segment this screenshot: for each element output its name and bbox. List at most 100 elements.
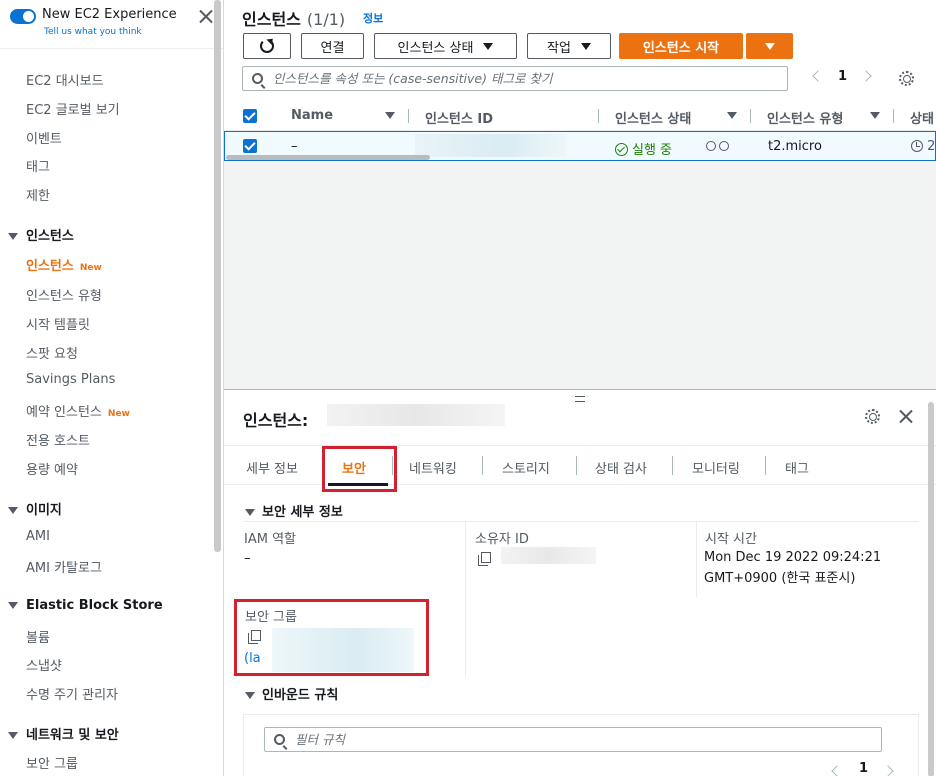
- filter-caret-icon[interactable]: [727, 112, 737, 119]
- chevron-right-icon: [860, 70, 872, 82]
- tab-networking[interactable]: 네트워킹: [409, 458, 457, 477]
- zoom-controls: [706, 139, 732, 154]
- state-text: 실행 중: [632, 143, 673, 158]
- tab-status-checks[interactable]: 상태 검사: [595, 458, 647, 477]
- sidebar-item-instance-types[interactable]: 인스턴스 유형: [26, 285, 102, 304]
- redacted-owner-id: [501, 547, 596, 564]
- sidebar-item-security-groups[interactable]: 보안 그룹: [26, 753, 78, 772]
- info-link[interactable]: 정보: [363, 10, 383, 26]
- column-resizer[interactable]: [598, 109, 599, 123]
- details-scrollbar[interactable]: [928, 390, 934, 776]
- column-resizer[interactable]: [750, 109, 751, 123]
- sidebar-item-tags[interactable]: 태그: [26, 156, 50, 175]
- tab-monitoring[interactable]: 모니터링: [692, 458, 740, 477]
- select-all-checkbox[interactable]: [243, 109, 257, 123]
- sidebar-scrollbar[interactable]: [214, 0, 221, 552]
- sidebar-item-events[interactable]: 이벤트: [26, 128, 62, 147]
- column-header-instance-type[interactable]: 인스턴스 유형: [767, 108, 843, 127]
- sidebar-item-ec2-dashboard[interactable]: EC2 대시보드: [26, 70, 104, 89]
- cell-instance-type: t2.micro: [768, 139, 822, 154]
- sidebar-section-network-security[interactable]: 네트워크 및 보안: [8, 724, 119, 743]
- sidebar-item-ami-catalog[interactable]: AMI 카탈로그: [26, 557, 102, 576]
- section-label: 네트워크 및 보안: [26, 728, 119, 743]
- sidebar-item-instances[interactable]: 인스턴스 New: [26, 255, 102, 274]
- cell-name: –: [291, 139, 298, 154]
- sidebar-item-limits[interactable]: 제한: [26, 185, 50, 204]
- sidebar-section-ebs[interactable]: Elastic Block Store: [8, 598, 163, 613]
- details-title: 인스턴스:: [243, 411, 309, 430]
- selection-count: (1/1): [306, 10, 346, 29]
- sidebar-section-images[interactable]: 이미지: [8, 499, 62, 518]
- sidebar-item-lifecycle-manager[interactable]: 수명 주기 관리자: [26, 684, 118, 703]
- scrollbar-thumb[interactable]: [928, 402, 934, 776]
- details-panel: 인스턴스: 세부 정보 보안 네트워킹 스토리지 상태 검사 모니터링 태그 보…: [224, 389, 936, 776]
- security-details-header[interactable]: 보안 세부 정보: [245, 501, 343, 520]
- sidebar-item-ec2-global-view[interactable]: EC2 글로벌 보기: [26, 99, 120, 118]
- connect-button[interactable]: 연결: [301, 33, 364, 59]
- horizontal-scrollbar[interactable]: [226, 155, 430, 160]
- close-icon[interactable]: [199, 9, 213, 23]
- gear-icon[interactable]: [865, 409, 880, 424]
- tab-tags[interactable]: 태그: [785, 458, 809, 477]
- inbound-rules-container: 1: [243, 714, 919, 776]
- filter-caret-icon[interactable]: [385, 112, 395, 119]
- sidebar-item-spot-requests[interactable]: 스팟 요청: [26, 343, 78, 362]
- column-header-name[interactable]: Name: [291, 108, 333, 123]
- sidebar: New EC2 Experience Tell us what you thin…: [0, 0, 224, 776]
- page-number[interactable]: 1: [838, 69, 847, 84]
- column-header-instance-state[interactable]: 인스턴스 상태: [615, 108, 691, 127]
- filter-rules-input[interactable]: [295, 731, 865, 748]
- column-resizer[interactable]: [893, 109, 894, 123]
- sidebar-item-capacity-reservations[interactable]: 용량 예약: [26, 459, 78, 478]
- divider: [0, 48, 223, 49]
- section-label: 보안 세부 정보: [262, 505, 343, 520]
- page-number[interactable]: 1: [859, 761, 868, 776]
- next-page-button[interactable]: [860, 69, 872, 84]
- prev-page-button[interactable]: [831, 764, 843, 776]
- column-header-status[interactable]: 상태: [910, 108, 934, 127]
- actions-dropdown[interactable]: 작업: [527, 33, 611, 59]
- experience-title: New EC2 Experience: [42, 7, 177, 22]
- sidebar-item-launch-templates[interactable]: 시작 템플릿: [26, 314, 90, 333]
- feedback-link[interactable]: Tell us what you think: [44, 27, 142, 37]
- inbound-rules-header[interactable]: 인바운드 규칙: [245, 684, 338, 703]
- caret-down-icon: [8, 602, 18, 609]
- sidebar-item-reserved-instances[interactable]: 예약 인스턴스 New: [26, 401, 130, 420]
- sidebar-section-instances[interactable]: 인스턴스: [8, 225, 74, 244]
- sidebar-item-dedicated-hosts[interactable]: 전용 호스트: [26, 430, 90, 449]
- search-input[interactable]: [273, 70, 778, 87]
- sidebar-item-ami[interactable]: AMI: [26, 529, 50, 544]
- close-icon[interactable]: [899, 409, 913, 423]
- sidebar-item-savings-plans[interactable]: Savings Plans: [26, 372, 115, 387]
- redacted-instance-id: [415, 134, 567, 157]
- column-resizer[interactable]: [408, 109, 409, 123]
- next-page-button[interactable]: [882, 764, 894, 776]
- tab-storage[interactable]: 스토리지: [502, 458, 550, 477]
- launch-options-dropdown[interactable]: [746, 33, 793, 59]
- filter-rules-search[interactable]: [264, 727, 882, 752]
- row-checkbox[interactable]: [243, 139, 257, 153]
- resize-handle-icon[interactable]: [575, 396, 585, 402]
- new-experience-toggle[interactable]: [10, 9, 36, 24]
- column-header-instance-id[interactable]: 인스턴스 ID: [425, 108, 493, 127]
- chevron-right-icon: [882, 765, 894, 776]
- status-text: 2: [927, 139, 936, 154]
- instance-search[interactable]: [242, 66, 788, 91]
- tab-details[interactable]: 세부 정보: [246, 458, 298, 477]
- main-content: 인스턴스 (1/1) 정보 연결 인스턴스 상태 작업 인스턴스 시작 1 Nam…: [224, 0, 936, 776]
- copy-icon[interactable]: [478, 552, 491, 566]
- sidebar-item-volumes[interactable]: 볼륨: [26, 627, 50, 646]
- new-badge: New: [79, 263, 102, 273]
- launch-instances-button[interactable]: 인스턴스 시작: [619, 33, 743, 59]
- caret-down-icon: [8, 507, 18, 514]
- sidebar-item-snapshots[interactable]: 스냅샷: [26, 655, 62, 674]
- zoom-in-icon[interactable]: [706, 141, 716, 151]
- prev-page-button[interactable]: [812, 69, 824, 84]
- refresh-button[interactable]: [243, 33, 291, 59]
- iam-role-label: IAM 역할: [244, 532, 296, 547]
- instance-state-dropdown[interactable]: 인스턴스 상태: [374, 33, 517, 59]
- filter-caret-icon[interactable]: [870, 112, 880, 119]
- gear-icon[interactable]: [899, 71, 914, 86]
- zoom-out-icon[interactable]: [719, 141, 729, 151]
- column-divider: [465, 522, 466, 677]
